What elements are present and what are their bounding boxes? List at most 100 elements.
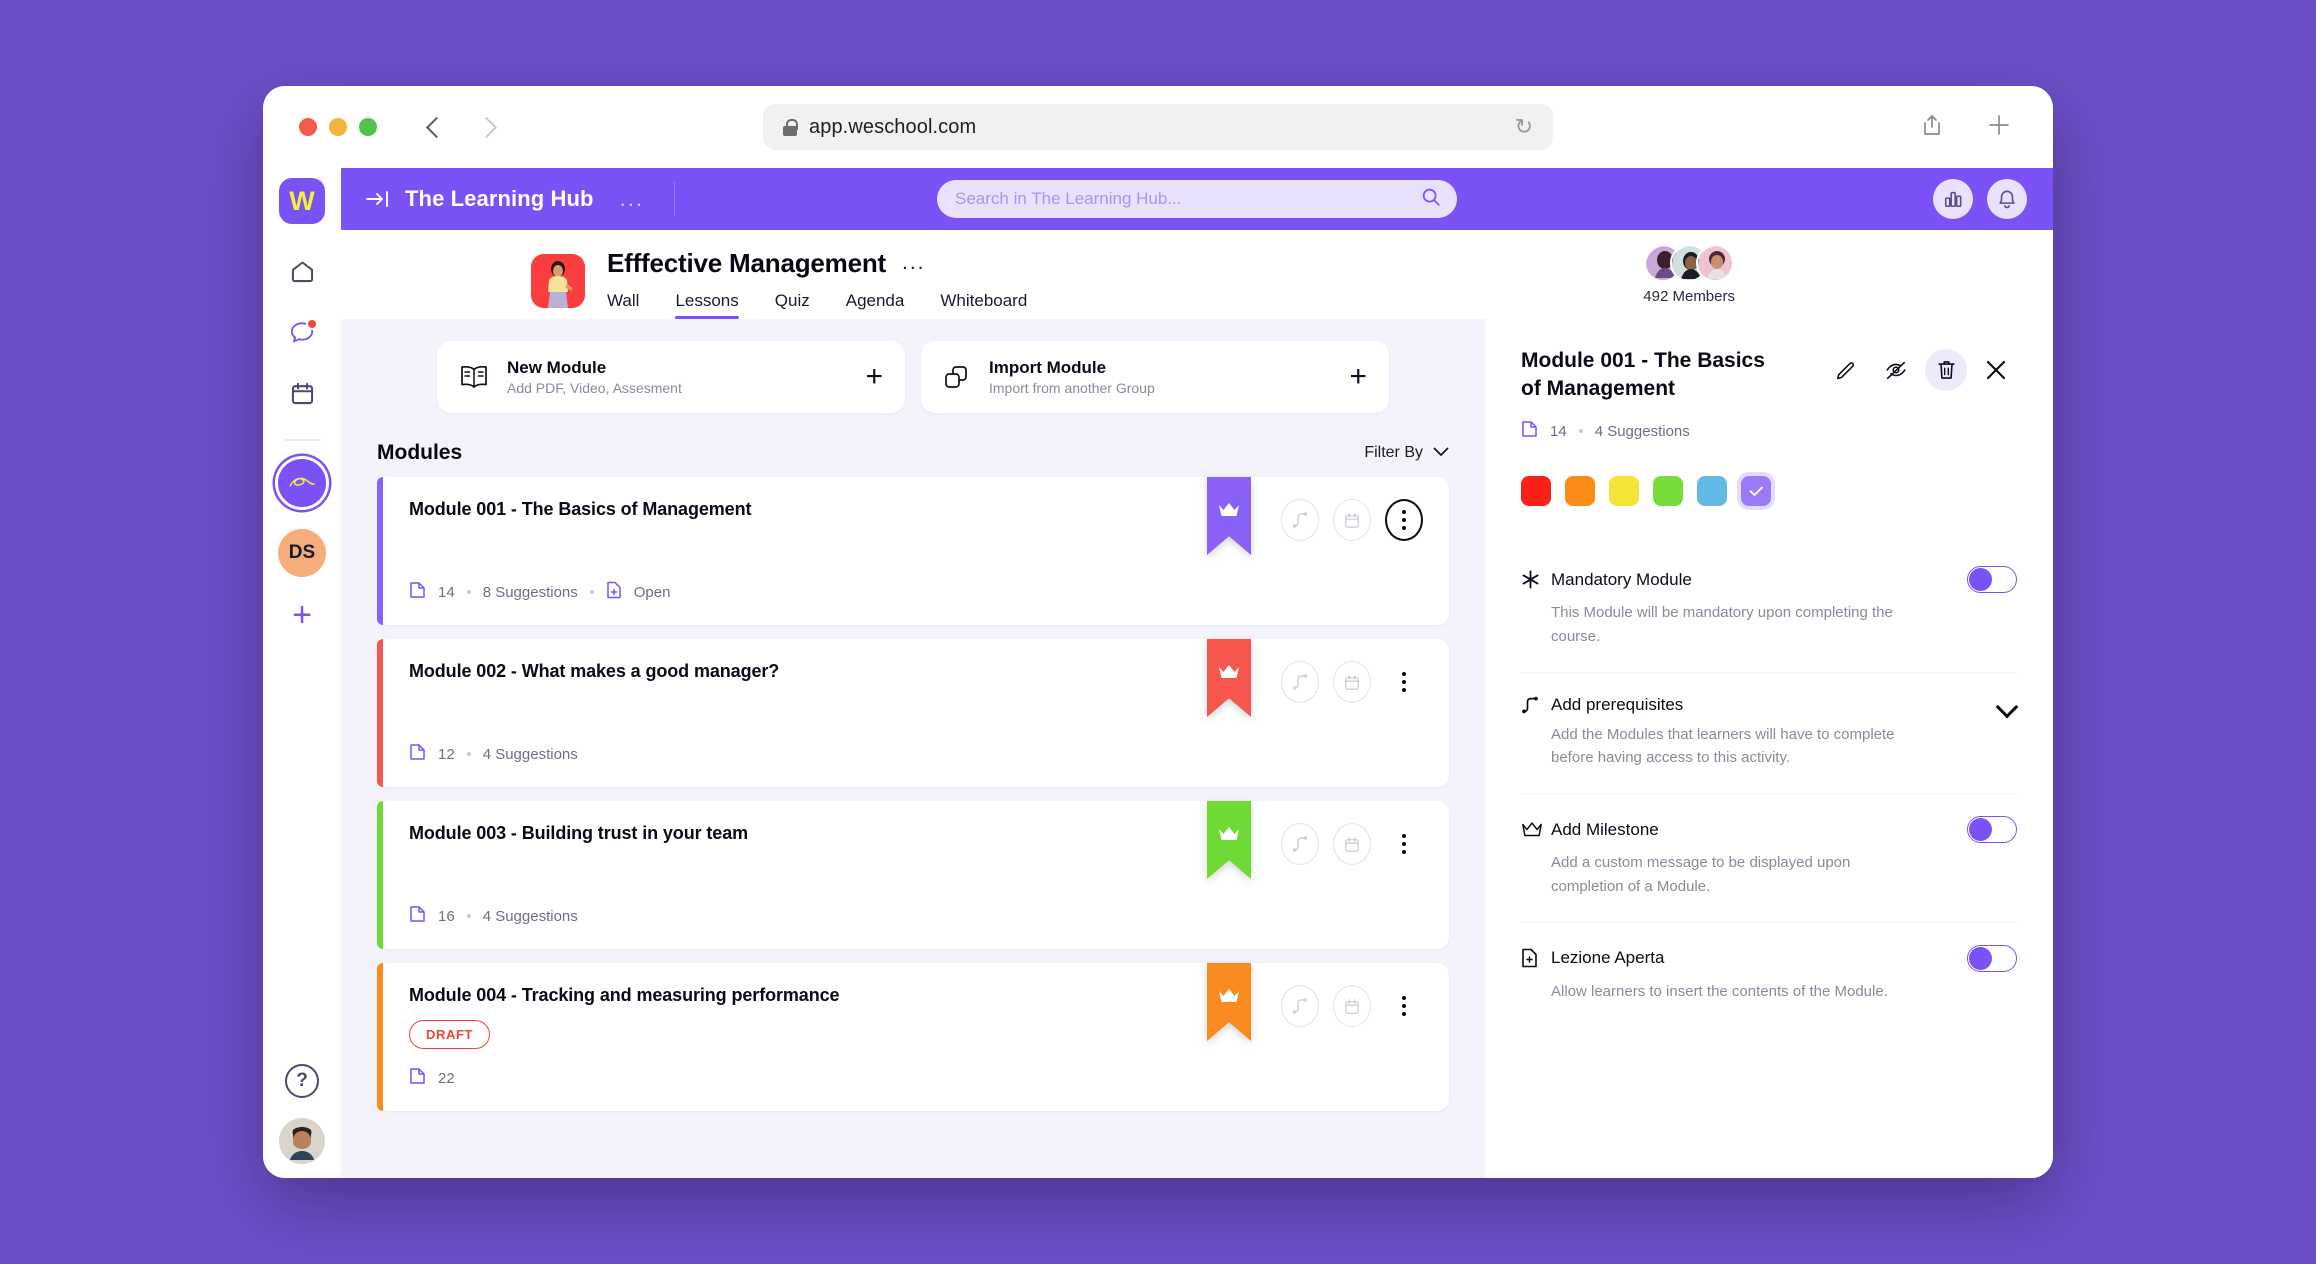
module-body: Module 002 - What makes a good manager? … bbox=[383, 639, 1207, 787]
close-button[interactable] bbox=[1975, 349, 2017, 391]
setting-control bbox=[1967, 566, 2017, 594]
chevron-down-icon[interactable] bbox=[1997, 699, 2017, 711]
prerequisites-button[interactable] bbox=[1281, 661, 1319, 703]
color-swatch-purple-selected[interactable] bbox=[1741, 476, 1771, 507]
delete-button[interactable] bbox=[1925, 349, 1967, 391]
schedule-button[interactable] bbox=[1333, 823, 1371, 865]
prerequisites-button[interactable] bbox=[1281, 499, 1319, 541]
share-icon[interactable] bbox=[1921, 113, 1943, 142]
setting-row-top: Lezione Aperta bbox=[1521, 944, 2017, 972]
color-swatch-blue[interactable] bbox=[1697, 476, 1727, 507]
maximize-window-button[interactable] bbox=[359, 118, 377, 136]
analytics-button[interactable] bbox=[1933, 179, 1973, 219]
toolbar-right bbox=[1921, 113, 2027, 142]
module-pages-count: 22 bbox=[438, 1069, 455, 1087]
help-button[interactable]: ? bbox=[285, 1064, 319, 1098]
lezione-aperta-toggle[interactable] bbox=[1967, 944, 2017, 972]
minimize-window-button[interactable] bbox=[329, 118, 347, 136]
collapse-sidebar-icon[interactable] bbox=[365, 190, 391, 208]
hub-more-icon[interactable]: ... bbox=[620, 187, 644, 209]
module-more-button[interactable] bbox=[1385, 985, 1423, 1027]
sidebar-item-chat[interactable] bbox=[278, 311, 326, 359]
avatar[interactable] bbox=[279, 1118, 325, 1164]
search-input[interactable]: Search in The Learning Hub... bbox=[937, 180, 1457, 218]
table-row[interactable]: Module 004 - Tracking and measuring perf… bbox=[377, 963, 1449, 1111]
tab-lessons[interactable]: Lessons bbox=[675, 291, 740, 319]
back-icon[interactable] bbox=[425, 117, 445, 137]
sidebar-item-group-learning-hub[interactable] bbox=[278, 459, 326, 507]
module-suggestions: 8 Suggestions bbox=[482, 583, 578, 601]
schedule-button[interactable] bbox=[1333, 661, 1371, 703]
schedule-button[interactable] bbox=[1333, 499, 1371, 541]
color-swatch-yellow[interactable] bbox=[1609, 476, 1639, 507]
prerequisites-button[interactable] bbox=[1281, 985, 1319, 1027]
url-text: app.weschool.com bbox=[809, 115, 977, 138]
import-module-subtitle: Import from another Group bbox=[989, 380, 1155, 396]
members-count: 492 Members bbox=[1643, 288, 1735, 305]
new-module-card[interactable]: New Module Add PDF, Video, Assesment + bbox=[437, 341, 905, 413]
meta-separator bbox=[1578, 429, 1583, 434]
edit-button[interactable] bbox=[1825, 349, 1867, 391]
module-pages-count: 14 bbox=[438, 583, 455, 601]
forward-icon[interactable] bbox=[477, 117, 497, 137]
module-actions bbox=[1207, 477, 1449, 625]
module-body: Module 004 - Tracking and measuring perf… bbox=[383, 963, 1207, 1111]
filter-by-dropdown[interactable]: Filter By bbox=[1364, 444, 1449, 462]
panel-suggestions: 4 Suggestions bbox=[1594, 422, 1690, 440]
color-swatch-green[interactable] bbox=[1653, 476, 1683, 507]
navigation-buttons bbox=[425, 117, 497, 137]
milestone-ribbon[interactable] bbox=[1207, 477, 1251, 555]
topbar-divider bbox=[673, 182, 676, 216]
lessons-panel: New Module Add PDF, Video, Assesment + I… bbox=[341, 319, 1485, 1178]
sidebar-item-group-ds[interactable]: DS bbox=[278, 529, 326, 577]
module-more-button[interactable] bbox=[1385, 661, 1423, 703]
chevron-down-icon bbox=[1433, 444, 1449, 462]
milestone-ribbon[interactable] bbox=[1207, 801, 1251, 879]
meta-separator bbox=[466, 914, 471, 918]
course-more-icon[interactable]: ... bbox=[902, 252, 926, 274]
add-group-button[interactable]: + bbox=[278, 591, 326, 639]
copy-icon bbox=[943, 363, 971, 391]
module-more-button[interactable] bbox=[1385, 499, 1423, 541]
pages-icon bbox=[409, 905, 426, 927]
weschool-logo[interactable]: W bbox=[279, 178, 325, 224]
sidebar-item-calendar[interactable] bbox=[278, 372, 326, 420]
panel-title: Module 001 - The Basics of Management bbox=[1521, 349, 1765, 400]
module-actions bbox=[1207, 639, 1449, 787]
table-row[interactable]: Module 002 - What makes a good manager? … bbox=[377, 639, 1449, 787]
members-widget[interactable]: 492 Members bbox=[1643, 244, 1735, 305]
kebab-icon bbox=[1387, 499, 1421, 541]
import-module-card[interactable]: Import Module Import from another Group … bbox=[921, 341, 1389, 413]
mandatory-module-toggle[interactable] bbox=[1967, 566, 2017, 594]
module-title: Module 004 - Tracking and measuring perf… bbox=[409, 985, 840, 1005]
tab-whiteboard[interactable]: Whiteboard bbox=[940, 291, 1027, 319]
panel-meta: 14 4 Suggestions bbox=[1521, 420, 2017, 442]
hide-button[interactable] bbox=[1875, 349, 1917, 391]
address-bar[interactable]: app.weschool.com ↻ bbox=[763, 104, 1553, 150]
table-row[interactable]: Module 001 - The Basics of Management 14… bbox=[377, 477, 1449, 625]
schedule-button[interactable] bbox=[1333, 985, 1371, 1027]
new-tab-icon[interactable] bbox=[1987, 113, 2011, 142]
color-swatch-red[interactable] bbox=[1521, 476, 1551, 507]
notifications-button[interactable] bbox=[1987, 179, 2027, 219]
module-more-button[interactable] bbox=[1385, 823, 1423, 865]
milestone-ribbon[interactable] bbox=[1207, 639, 1251, 717]
tab-agenda[interactable]: Agenda bbox=[846, 291, 905, 319]
add-icon[interactable]: + bbox=[1349, 362, 1367, 392]
table-row[interactable]: Module 003 - Building trust in your team… bbox=[377, 801, 1449, 949]
tab-quiz[interactable]: Quiz bbox=[775, 291, 810, 319]
module-pages-count: 12 bbox=[438, 745, 455, 763]
meta-separator bbox=[589, 590, 594, 594]
add-milestone-toggle[interactable] bbox=[1967, 816, 2017, 844]
sidebar-item-home[interactable] bbox=[278, 250, 326, 298]
add-icon[interactable]: + bbox=[865, 362, 883, 392]
reload-icon[interactable]: ↻ bbox=[1515, 116, 1533, 138]
search-icon bbox=[1421, 187, 1441, 212]
tab-wall[interactable]: Wall bbox=[607, 291, 639, 319]
page-title: Efffective Management bbox=[607, 248, 886, 278]
content-area: New Module Add PDF, Video, Assesment + I… bbox=[341, 319, 2053, 1178]
milestone-ribbon[interactable] bbox=[1207, 963, 1251, 1041]
prerequisites-button[interactable] bbox=[1281, 823, 1319, 865]
color-swatch-orange[interactable] bbox=[1565, 476, 1595, 507]
close-window-button[interactable] bbox=[299, 118, 317, 136]
